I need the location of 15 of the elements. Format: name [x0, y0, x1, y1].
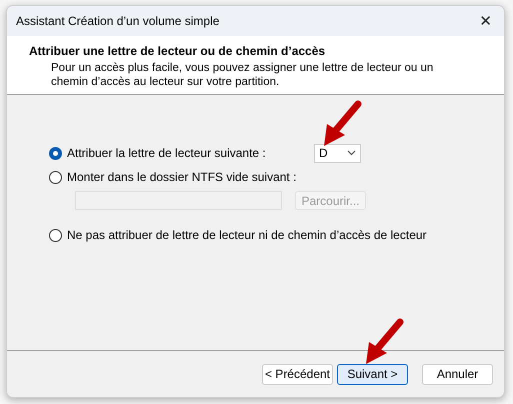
option-label[interactable]: Attribuer la lettre de lecteur suivante : [67, 146, 266, 160]
annotation-arrow [366, 318, 404, 364]
wizard-button[interactable]: < Précédent [262, 364, 333, 384]
option-label[interactable]: Ne pas attribuer de lettre de lecteur ni de chemin d’accès de lecteur [67, 228, 427, 242]
window-title: Assistant Création d’un volume simple [16, 14, 220, 28]
close-button[interactable]: ✕ [475, 12, 496, 30]
wizard-button[interactable]: Annuler [422, 364, 493, 384]
radio-button[interactable] [49, 228, 62, 242]
chevron-icon [347, 150, 356, 156]
drive-letter-dropdown[interactable]: D [314, 144, 361, 162]
radio-button[interactable] [49, 146, 62, 160]
annotation-arrow [324, 100, 362, 146]
wizard-button[interactable]: Suivant > [337, 364, 408, 384]
page-description: Pour un accès plus facile, vous pouvez assigner une lettre de lecteur ou un chemin d’accès au lecteur sur votre partition. [51, 61, 434, 89]
page-title: Attribuer une lettre de lecteur ou de chemin d’accès [29, 44, 326, 58]
